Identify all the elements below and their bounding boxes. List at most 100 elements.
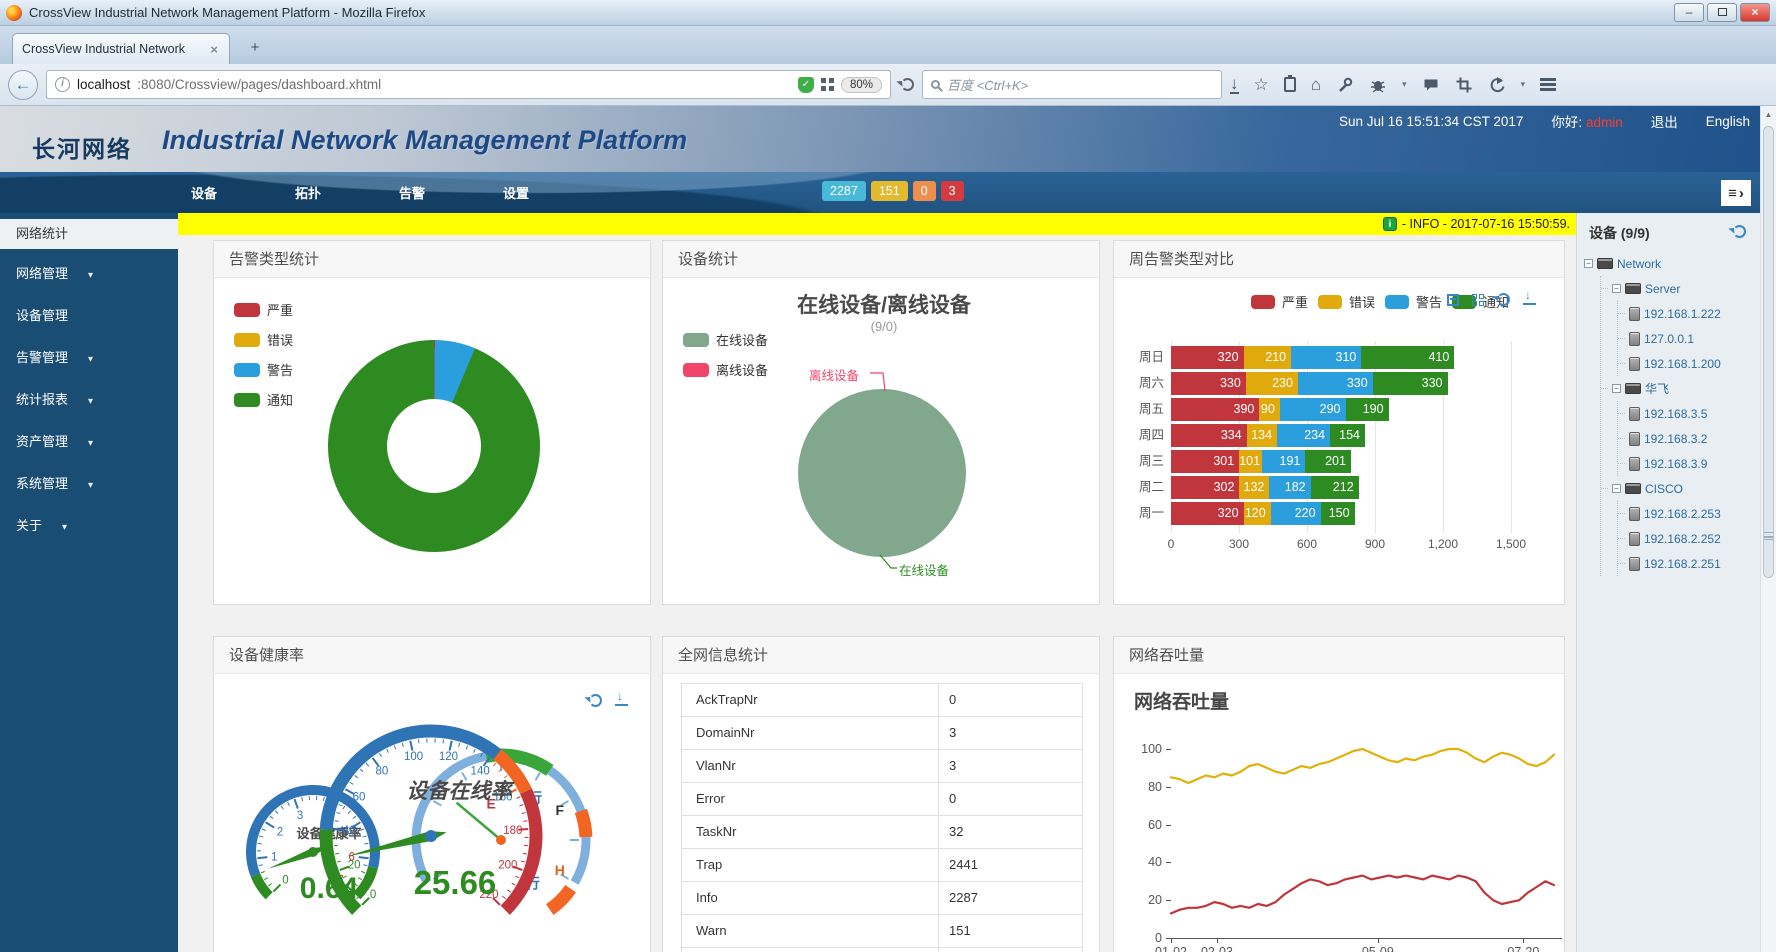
- search-input[interactable]: 百度 <Ctrl+K>: [922, 70, 1222, 99]
- legend-item[interactable]: 严重: [1251, 292, 1308, 311]
- tree-node-label[interactable]: 192.168.2.253: [1644, 507, 1721, 521]
- legend-item[interactable]: 通知: [234, 390, 293, 409]
- tree-node-192.168.1.222[interactable]: 192.168.1.222: [1618, 301, 1760, 326]
- svg-text:200: 200: [498, 860, 517, 872]
- tree-node-label[interactable]: 192.168.3.9: [1644, 457, 1707, 471]
- close-button[interactable]: ×: [1740, 3, 1770, 22]
- tree-node-label[interactable]: 192.168.2.252: [1644, 532, 1721, 546]
- tree-node-label[interactable]: 192.168.3.2: [1644, 432, 1707, 446]
- new-tab-button[interactable]: +: [242, 38, 268, 59]
- svg-text:60: 60: [353, 792, 366, 804]
- undo-caret-icon[interactable]: ▾: [1521, 79, 1526, 90]
- tree-connector: [1601, 388, 1608, 389]
- tree-refresh-icon[interactable]: [1733, 225, 1746, 238]
- tree-node-label[interactable]: CISCO: [1645, 482, 1683, 496]
- tree-node-192.168.2.251[interactable]: 192.168.2.251: [1618, 551, 1760, 576]
- logout-link[interactable]: 退出: [1651, 111, 1678, 131]
- tree-node-192.168.3.5[interactable]: 192.168.3.5: [1618, 401, 1760, 426]
- tree-node-192.168.2.252[interactable]: 192.168.2.252: [1618, 526, 1760, 551]
- tree-node-127.0.0.1[interactable]: 127.0.0.1: [1618, 326, 1760, 351]
- maximize-button[interactable]: [1707, 3, 1737, 22]
- tree-node-label[interactable]: 192.168.1.200: [1644, 357, 1721, 371]
- legend-item[interactable]: 严重: [234, 300, 293, 319]
- security-shield-icon[interactable]: ✓: [798, 77, 814, 93]
- legend-item[interactable]: 错误: [1318, 292, 1375, 311]
- switch-icon: [1625, 383, 1641, 394]
- tree-node-Network[interactable]: − Network: [1584, 251, 1760, 276]
- page-info-icon[interactable]: i: [55, 77, 70, 92]
- nav-item-4[interactable]: 设置: [502, 183, 530, 202]
- scroll-up-arrow[interactable]: ▲: [1761, 106, 1776, 119]
- sidebar-item-5[interactable]: 统计报表▾: [0, 379, 178, 421]
- url-field[interactable]: i localhost :8080/Crossview/pages/dashbo…: [46, 70, 891, 99]
- tree-node-label[interactable]: Network: [1617, 257, 1661, 271]
- language-link[interactable]: English: [1706, 114, 1750, 129]
- minimize-button[interactable]: –: [1674, 3, 1704, 22]
- sidebar-item-8[interactable]: 关于▾: [0, 505, 178, 547]
- reload-icon[interactable]: [901, 78, 914, 91]
- alarm-count-badge-2[interactable]: 151: [871, 181, 908, 201]
- tree-node-华飞[interactable]: − 华飞: [1601, 376, 1760, 401]
- device-health-gauges[interactable]: EFH行行01234567设备健康率0.64020406080100120140…: [214, 697, 650, 952]
- hamburger-menu-icon[interactable]: [1540, 78, 1556, 91]
- tree-collapse-icon[interactable]: −: [1612, 484, 1621, 493]
- alarm-donut-chart[interactable]: [328, 340, 540, 552]
- back-button[interactable]: ←: [8, 70, 38, 100]
- sidebar-item-3[interactable]: 设备管理: [0, 295, 178, 337]
- tree-node-label[interactable]: 华飞: [1645, 380, 1669, 397]
- tree-node-label[interactable]: Server: [1645, 282, 1680, 296]
- bookmarks-menu-icon[interactable]: [1284, 77, 1296, 92]
- sidebar-item-7[interactable]: 系统管理▾: [0, 463, 178, 505]
- chat-icon[interactable]: [1422, 76, 1440, 94]
- scrollbar-grip[interactable]: [1764, 532, 1773, 540]
- magictype-tiled-icon[interactable]: [1472, 294, 1484, 306]
- save-image-icon[interactable]: [1523, 294, 1536, 305]
- nav-item-3[interactable]: 告警: [398, 183, 426, 202]
- nav-item-2[interactable]: 拓扑: [294, 183, 322, 202]
- sidebar-item-1[interactable]: 网络统计: [0, 219, 178, 249]
- undo-icon[interactable]: [1488, 76, 1506, 94]
- tab-close-icon[interactable]: ×: [208, 42, 220, 57]
- device-pie-chart[interactable]: [663, 241, 1099, 604]
- device-panel-toggle-button[interactable]: ≡ ›: [1721, 180, 1751, 206]
- plugin-bug-icon[interactable]: [1369, 76, 1387, 94]
- bookmark-star-icon[interactable]: ☆: [1254, 76, 1269, 93]
- sidebar-item-6[interactable]: 资产管理▾: [0, 421, 178, 463]
- tree-node-192.168.3.2[interactable]: 192.168.3.2: [1618, 426, 1760, 451]
- tree-node-192.168.3.9[interactable]: 192.168.3.9: [1618, 451, 1760, 476]
- tree-node-label[interactable]: 192.168.1.222: [1644, 307, 1721, 321]
- magictype-stack-icon[interactable]: [1447, 294, 1459, 306]
- overflow-caret-icon[interactable]: ▾: [1402, 79, 1407, 90]
- legend-item[interactable]: 警告: [234, 360, 293, 379]
- tree-node-label[interactable]: 192.168.3.5: [1644, 407, 1707, 421]
- tree-node-label[interactable]: 127.0.0.1: [1644, 332, 1694, 346]
- alarm-count-badge-3[interactable]: 0: [913, 181, 936, 201]
- qr-extension-icon[interactable]: [821, 78, 834, 91]
- legend-item[interactable]: 错误: [234, 330, 293, 349]
- alarm-count-badge-4[interactable]: 3: [941, 181, 964, 201]
- tree-node-192.168.2.253[interactable]: 192.168.2.253: [1618, 501, 1760, 526]
- scrollbar-thumb[interactable]: [1763, 126, 1774, 578]
- tree-collapse-icon[interactable]: −: [1584, 259, 1593, 268]
- tab-crossview[interactable]: CrossView Industrial Network ×: [12, 33, 230, 64]
- gridline: [1511, 341, 1512, 533]
- home-icon[interactable]: ⌂: [1311, 76, 1321, 93]
- tree-node-CISCO[interactable]: − CISCO: [1601, 476, 1760, 501]
- alarm-count-badge-1[interactable]: 2287: [822, 181, 866, 201]
- vertical-scrollbar[interactable]: ▲: [1760, 106, 1776, 952]
- sidebar-item-4[interactable]: 告警管理▾: [0, 337, 178, 379]
- nav-item-1[interactable]: 设备: [190, 183, 218, 202]
- zoom-level-badge[interactable]: 80%: [841, 77, 882, 93]
- device-icon: [1629, 357, 1640, 371]
- legend-item[interactable]: 警告: [1385, 292, 1442, 311]
- tree-node-label[interactable]: 192.168.2.251: [1644, 557, 1721, 571]
- tree-collapse-icon[interactable]: −: [1612, 384, 1621, 393]
- wrench-icon[interactable]: [1336, 76, 1354, 94]
- tree-collapse-icon[interactable]: −: [1612, 284, 1621, 293]
- sidebar-item-2[interactable]: 网络管理▾: [0, 253, 178, 295]
- downloads-icon[interactable]: ↓: [1230, 75, 1239, 94]
- crop-screenshot-icon[interactable]: [1455, 76, 1473, 94]
- restore-icon[interactable]: [1497, 293, 1510, 306]
- tree-node-Server[interactable]: − Server: [1601, 276, 1760, 301]
- tree-node-192.168.1.200[interactable]: 192.168.1.200: [1618, 351, 1760, 376]
